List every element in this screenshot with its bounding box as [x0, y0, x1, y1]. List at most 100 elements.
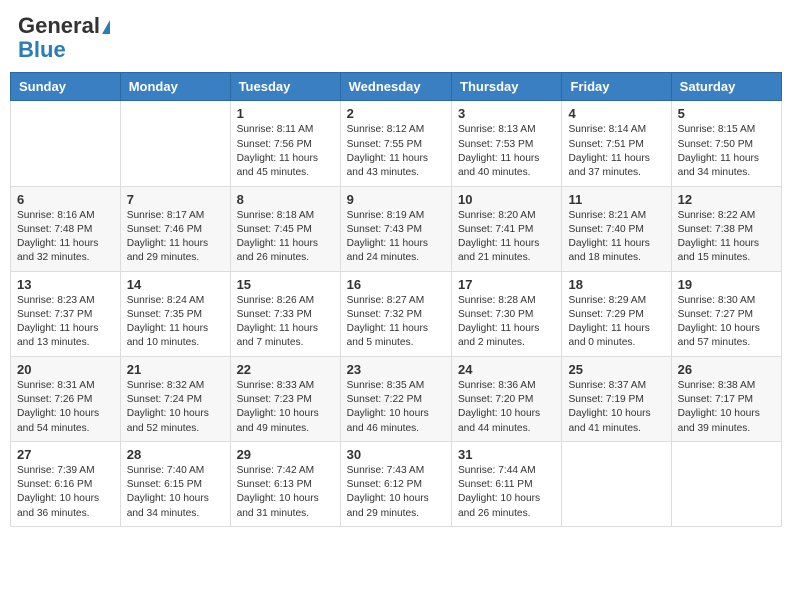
calendar-cell: 7 Sunrise: 8:17 AMSunset: 7:46 PMDayligh…: [120, 186, 230, 271]
calendar-cell: 15 Sunrise: 8:26 AMSunset: 7:33 PMDaylig…: [230, 271, 340, 356]
weekday-header: Saturday: [671, 73, 781, 101]
day-number: 14: [127, 277, 224, 292]
day-number: 3: [458, 106, 555, 121]
calendar-cell: 30 Sunrise: 7:43 AMSunset: 6:12 PMDaylig…: [340, 441, 451, 526]
calendar-cell: 25 Sunrise: 8:37 AMSunset: 7:19 PMDaylig…: [562, 356, 671, 441]
calendar-cell: 2 Sunrise: 8:12 AMSunset: 7:55 PMDayligh…: [340, 101, 451, 186]
calendar-cell: 20 Sunrise: 8:31 AMSunset: 7:26 PMDaylig…: [11, 356, 121, 441]
calendar-cell: 1 Sunrise: 8:11 AMSunset: 7:56 PMDayligh…: [230, 101, 340, 186]
day-info: Sunrise: 8:24 AMSunset: 7:35 PMDaylight:…: [127, 294, 224, 351]
calendar-cell: 21 Sunrise: 8:32 AMSunset: 7:24 PMDaylig…: [120, 356, 230, 441]
day-number: 30: [347, 447, 445, 462]
calendar-cell: 14 Sunrise: 8:24 AMSunset: 7:35 PMDaylig…: [120, 271, 230, 356]
day-number: 4: [568, 106, 664, 121]
day-number: 20: [17, 362, 114, 377]
calendar-cell: 23 Sunrise: 8:35 AMSunset: 7:22 PMDaylig…: [340, 356, 451, 441]
day-number: 2: [347, 106, 445, 121]
day-number: 16: [347, 277, 445, 292]
day-number: 6: [17, 192, 114, 207]
day-number: 10: [458, 192, 555, 207]
calendar-cell: 10 Sunrise: 8:20 AMSunset: 7:41 PMDaylig…: [452, 186, 562, 271]
day-info: Sunrise: 8:12 AMSunset: 7:55 PMDaylight:…: [347, 123, 445, 180]
day-info: Sunrise: 8:35 AMSunset: 7:22 PMDaylight:…: [347, 379, 445, 436]
day-number: 21: [127, 362, 224, 377]
day-info: Sunrise: 8:28 AMSunset: 7:30 PMDaylight:…: [458, 294, 555, 351]
calendar-cell: 22 Sunrise: 8:33 AMSunset: 7:23 PMDaylig…: [230, 356, 340, 441]
calendar-cell: 26 Sunrise: 8:38 AMSunset: 7:17 PMDaylig…: [671, 356, 781, 441]
day-number: 29: [237, 447, 334, 462]
calendar-cell: 29 Sunrise: 7:42 AMSunset: 6:13 PMDaylig…: [230, 441, 340, 526]
logo: General Blue: [18, 14, 110, 62]
calendar-cell: 11 Sunrise: 8:21 AMSunset: 7:40 PMDaylig…: [562, 186, 671, 271]
day-info: Sunrise: 8:21 AMSunset: 7:40 PMDaylight:…: [568, 209, 664, 266]
calendar-cell: [120, 101, 230, 186]
calendar-week-row: 13 Sunrise: 8:23 AMSunset: 7:37 PMDaylig…: [11, 271, 782, 356]
day-info: Sunrise: 8:15 AMSunset: 7:50 PMDaylight:…: [678, 123, 775, 180]
calendar-cell: 9 Sunrise: 8:19 AMSunset: 7:43 PMDayligh…: [340, 186, 451, 271]
day-info: Sunrise: 7:39 AMSunset: 6:16 PMDaylight:…: [17, 464, 114, 521]
day-info: Sunrise: 8:11 AMSunset: 7:56 PMDaylight:…: [237, 123, 334, 180]
day-info: Sunrise: 8:17 AMSunset: 7:46 PMDaylight:…: [127, 209, 224, 266]
page-header: General Blue: [10, 10, 782, 66]
calendar-header-row: SundayMondayTuesdayWednesdayThursdayFrid…: [11, 73, 782, 101]
day-number: 1: [237, 106, 334, 121]
day-info: Sunrise: 8:14 AMSunset: 7:51 PMDaylight:…: [568, 123, 664, 180]
day-info: Sunrise: 8:29 AMSunset: 7:29 PMDaylight:…: [568, 294, 664, 351]
calendar-week-row: 27 Sunrise: 7:39 AMSunset: 6:16 PMDaylig…: [11, 441, 782, 526]
calendar-cell: 24 Sunrise: 8:36 AMSunset: 7:20 PMDaylig…: [452, 356, 562, 441]
day-number: 31: [458, 447, 555, 462]
logo-triangle-icon: [102, 20, 110, 34]
day-number: 27: [17, 447, 114, 462]
day-info: Sunrise: 8:37 AMSunset: 7:19 PMDaylight:…: [568, 379, 664, 436]
weekday-header: Friday: [562, 73, 671, 101]
day-info: Sunrise: 7:44 AMSunset: 6:11 PMDaylight:…: [458, 464, 555, 521]
day-info: Sunrise: 7:42 AMSunset: 6:13 PMDaylight:…: [237, 464, 334, 521]
calendar-cell: 5 Sunrise: 8:15 AMSunset: 7:50 PMDayligh…: [671, 101, 781, 186]
day-info: Sunrise: 7:40 AMSunset: 6:15 PMDaylight:…: [127, 464, 224, 521]
day-number: 7: [127, 192, 224, 207]
day-info: Sunrise: 8:38 AMSunset: 7:17 PMDaylight:…: [678, 379, 775, 436]
day-info: Sunrise: 7:43 AMSunset: 6:12 PMDaylight:…: [347, 464, 445, 521]
calendar-cell: 13 Sunrise: 8:23 AMSunset: 7:37 PMDaylig…: [11, 271, 121, 356]
day-number: 18: [568, 277, 664, 292]
day-number: 15: [237, 277, 334, 292]
calendar-cell: [562, 441, 671, 526]
calendar-cell: 18 Sunrise: 8:29 AMSunset: 7:29 PMDaylig…: [562, 271, 671, 356]
day-number: 25: [568, 362, 664, 377]
day-number: 8: [237, 192, 334, 207]
day-info: Sunrise: 8:22 AMSunset: 7:38 PMDaylight:…: [678, 209, 775, 266]
calendar-cell: 6 Sunrise: 8:16 AMSunset: 7:48 PMDayligh…: [11, 186, 121, 271]
weekday-header: Tuesday: [230, 73, 340, 101]
day-number: 28: [127, 447, 224, 462]
calendar-cell: 27 Sunrise: 7:39 AMSunset: 6:16 PMDaylig…: [11, 441, 121, 526]
day-info: Sunrise: 8:19 AMSunset: 7:43 PMDaylight:…: [347, 209, 445, 266]
day-number: 12: [678, 192, 775, 207]
calendar-cell: 19 Sunrise: 8:30 AMSunset: 7:27 PMDaylig…: [671, 271, 781, 356]
logo-blue-text: Blue: [18, 38, 66, 62]
calendar-cell: 16 Sunrise: 8:27 AMSunset: 7:32 PMDaylig…: [340, 271, 451, 356]
day-number: 11: [568, 192, 664, 207]
day-number: 24: [458, 362, 555, 377]
day-info: Sunrise: 8:30 AMSunset: 7:27 PMDaylight:…: [678, 294, 775, 351]
calendar-week-row: 1 Sunrise: 8:11 AMSunset: 7:56 PMDayligh…: [11, 101, 782, 186]
weekday-header: Monday: [120, 73, 230, 101]
day-info: Sunrise: 8:23 AMSunset: 7:37 PMDaylight:…: [17, 294, 114, 351]
day-info: Sunrise: 8:18 AMSunset: 7:45 PMDaylight:…: [237, 209, 334, 266]
calendar-week-row: 6 Sunrise: 8:16 AMSunset: 7:48 PMDayligh…: [11, 186, 782, 271]
day-info: Sunrise: 8:26 AMSunset: 7:33 PMDaylight:…: [237, 294, 334, 351]
calendar-cell: [11, 101, 121, 186]
calendar-cell: 31 Sunrise: 7:44 AMSunset: 6:11 PMDaylig…: [452, 441, 562, 526]
day-number: 26: [678, 362, 775, 377]
calendar-cell: 17 Sunrise: 8:28 AMSunset: 7:30 PMDaylig…: [452, 271, 562, 356]
day-info: Sunrise: 8:20 AMSunset: 7:41 PMDaylight:…: [458, 209, 555, 266]
day-info: Sunrise: 8:32 AMSunset: 7:24 PMDaylight:…: [127, 379, 224, 436]
logo-general-text: General: [18, 14, 110, 38]
calendar-week-row: 20 Sunrise: 8:31 AMSunset: 7:26 PMDaylig…: [11, 356, 782, 441]
day-info: Sunrise: 8:27 AMSunset: 7:32 PMDaylight:…: [347, 294, 445, 351]
day-info: Sunrise: 8:31 AMSunset: 7:26 PMDaylight:…: [17, 379, 114, 436]
weekday-header: Thursday: [452, 73, 562, 101]
day-number: 22: [237, 362, 334, 377]
day-info: Sunrise: 8:33 AMSunset: 7:23 PMDaylight:…: [237, 379, 334, 436]
calendar-table: SundayMondayTuesdayWednesdayThursdayFrid…: [10, 72, 782, 527]
day-number: 13: [17, 277, 114, 292]
